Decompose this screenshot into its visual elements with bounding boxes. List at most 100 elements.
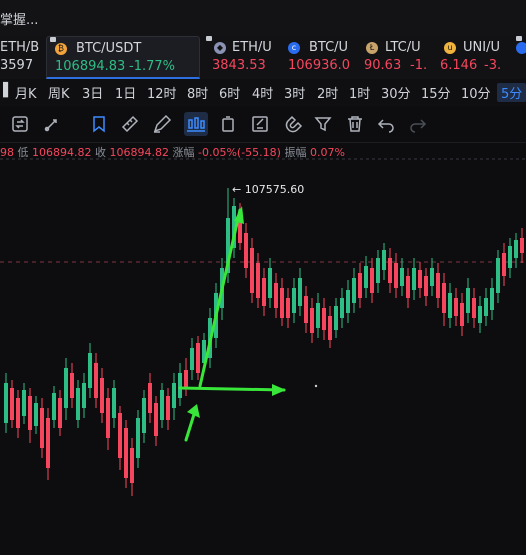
ticker-change: -1. [410, 58, 428, 73]
candle-body [106, 398, 110, 438]
refresh-icon[interactable] [8, 112, 32, 136]
candle-body [478, 306, 482, 323]
candle-body [46, 418, 50, 468]
drawn-arrows [178, 206, 286, 442]
candle-body [142, 398, 146, 433]
undo-icon[interactable] [374, 112, 398, 136]
ticker-btc-u[interactable]: c BTC/U 106936.0 [282, 36, 354, 79]
candle-body [76, 388, 80, 420]
ticker-price: 3597 [0, 58, 34, 73]
candle-body [370, 268, 374, 293]
period-5m[interactable]: 5分 [497, 83, 526, 102]
candle-body [448, 293, 452, 318]
candle-body [88, 353, 92, 388]
ltc-coin-icon: Ł [366, 42, 378, 54]
period-2h[interactable]: 2时 [317, 83, 338, 102]
candle-body [424, 276, 428, 296]
candle-body [382, 250, 386, 270]
trash-icon[interactable] [343, 112, 367, 136]
ticker-price: 90.63 [364, 58, 402, 73]
period-10m[interactable]: 10分 [461, 83, 491, 102]
candles [4, 188, 524, 496]
candle-body [520, 238, 524, 253]
copy-icon[interactable] [216, 112, 240, 136]
pen-icon[interactable] [150, 112, 174, 136]
pin-icon [50, 37, 56, 42]
candle-body [334, 306, 338, 330]
btc-coin-icon: ₿ [55, 43, 67, 55]
ticker-uni-u[interactable]: u UNI/U 6.146 -3. [436, 36, 510, 79]
high-marker-label: ← 107575.60 [232, 183, 304, 196]
candle-body [52, 393, 56, 420]
candle-body [124, 428, 128, 478]
candle-body [322, 308, 326, 330]
ticker-eth-b[interactable]: ETH/B 3597 [0, 36, 42, 79]
ticker-btc-usdt[interactable]: ₿ BTC/USDT 106894.83 -1.77% [46, 36, 200, 79]
candlestick-chart[interactable]: ← 107575.60 [0, 158, 526, 555]
candle-body [364, 266, 368, 288]
redo-icon[interactable] [406, 112, 430, 136]
candle-body [82, 383, 86, 408]
magnet-icon[interactable] [280, 112, 304, 136]
c-coin-icon: c [288, 42, 300, 54]
ticker-eth-u[interactable]: ◆ ETH/U 3843.53 [204, 36, 274, 79]
period-30m[interactable]: 30分 [381, 83, 411, 102]
candle-body [274, 283, 278, 308]
candle-body [118, 413, 122, 458]
period-3h[interactable]: 3时 [284, 83, 305, 102]
candle-body [28, 396, 32, 430]
ticker-ltc-u[interactable]: Ł LTC/U 90.63 -1. [358, 36, 434, 79]
note-icon[interactable] [248, 112, 272, 136]
period-12h[interactable]: 12时 [147, 83, 177, 102]
candle-body [406, 276, 410, 298]
candle-body [394, 263, 398, 288]
ada-coin-icon [516, 42, 526, 54]
ticker-symbol: ETH/B [0, 40, 40, 55]
ruler-icon[interactable] [118, 112, 142, 136]
candle-body [94, 363, 98, 398]
candle-body [178, 373, 182, 398]
period-month[interactable]: 月K [15, 83, 37, 102]
candle-body [70, 373, 74, 398]
drawn-arrow-line [198, 208, 242, 388]
period-3d[interactable]: 3日 [82, 83, 103, 102]
cursor-icon[interactable] [40, 112, 64, 136]
ticker-symbol: ETH/U [232, 40, 272, 55]
ticker-price: 6.146 [440, 58, 478, 73]
candle-body [460, 303, 464, 326]
ticker-symbol: LTC/U [385, 40, 421, 55]
period-15m[interactable]: 15分 [421, 83, 451, 102]
period-week[interactable]: 周K [48, 83, 70, 102]
ticker-price: 106894.83 [55, 59, 126, 74]
candle-body [112, 388, 116, 418]
candle-body [190, 348, 194, 370]
period-6h[interactable]: 6时 [219, 83, 240, 102]
period-4h[interactable]: 4时 [252, 83, 273, 102]
candle-body [10, 388, 14, 420]
candle-body [484, 298, 488, 316]
candle-body [502, 253, 506, 276]
candle-body [400, 268, 404, 286]
candle-body [358, 273, 362, 298]
candles-icon[interactable] [184, 112, 208, 136]
candle-body [184, 370, 188, 388]
candle-body [418, 270, 422, 288]
candle-body [262, 278, 266, 306]
candle-body [388, 258, 392, 283]
candle-body [130, 448, 134, 483]
candle-body [412, 268, 416, 290]
drawing-toolbar [0, 106, 526, 143]
period-partial[interactable]: ▐ [0, 83, 8, 98]
bookmark-icon[interactable] [87, 112, 111, 136]
cursor-dot [314, 384, 318, 388]
pin-icon [206, 36, 212, 41]
period-1d[interactable]: 1日 [115, 83, 136, 102]
ticker-symbol: BTC/USDT [76, 41, 142, 56]
ticker-ada[interactable] [512, 36, 526, 79]
candle-body [100, 378, 104, 413]
filter-icon[interactable] [311, 112, 335, 136]
candle-body [472, 298, 476, 318]
period-8h[interactable]: 8时 [187, 83, 208, 102]
period-1h[interactable]: 1时 [349, 83, 370, 102]
candle-body [466, 288, 470, 313]
